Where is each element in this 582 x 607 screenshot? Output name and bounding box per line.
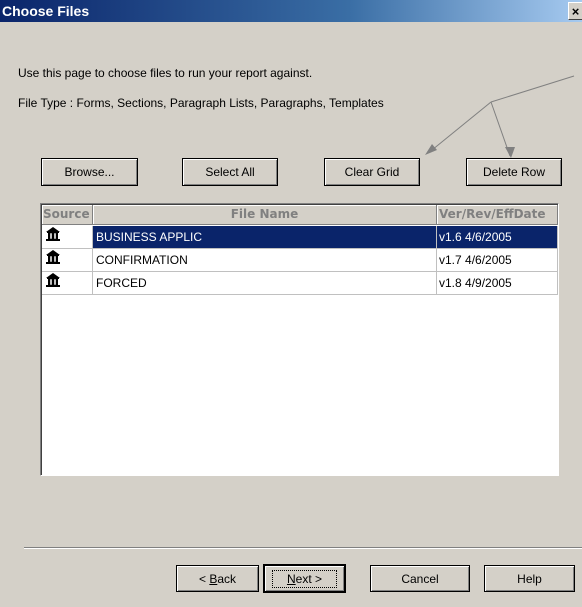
- library-icon: [45, 226, 61, 248]
- file-name-cell: BUSINESS APPLIC: [93, 226, 437, 248]
- select-all-button[interactable]: Select All: [182, 158, 278, 186]
- cancel-button[interactable]: Cancel: [370, 565, 470, 592]
- version-cell: v1.8 4/9/2005: [437, 272, 558, 294]
- version-cell: v1.7 4/6/2005: [437, 249, 558, 271]
- clear-grid-button[interactable]: Clear Grid: [324, 158, 420, 186]
- select-all-button-label: Select All: [205, 165, 255, 179]
- cancel-button-label: Cancel: [401, 571, 439, 586]
- source-cell: [42, 272, 93, 294]
- browse-button-label: Browse...: [64, 165, 115, 179]
- back-button[interactable]: < Back: [176, 565, 259, 592]
- help-button-label: Help: [517, 571, 542, 586]
- column-header-version[interactable]: Ver/Rev/EffDate: [437, 205, 558, 225]
- source-cell: [42, 249, 93, 271]
- window-title: Choose Files: [2, 3, 90, 19]
- file-type-text: File Type : Forms, Sections, Paragraph L…: [18, 96, 384, 110]
- table-row[interactable]: CONFIRMATION v1.7 4/6/2005: [42, 249, 558, 272]
- grid-header: Source File Name Ver/Rev/EffDate: [42, 205, 558, 225]
- clear-grid-button-label: Clear Grid: [344, 165, 400, 179]
- file-name-cell: CONFIRMATION: [93, 249, 437, 271]
- close-button[interactable]: ×: [568, 2, 582, 20]
- back-button-label: < Back: [198, 571, 237, 586]
- source-cell: [42, 226, 93, 248]
- table-row[interactable]: BUSINESS APPLIC v1.6 4/6/2005: [42, 226, 558, 249]
- browse-button[interactable]: Browse...: [41, 158, 138, 186]
- library-icon: [45, 272, 61, 294]
- close-icon: ×: [571, 4, 580, 19]
- delete-row-button-label: Delete Row: [482, 165, 546, 179]
- table-row[interactable]: FORCED v1.8 4/9/2005: [42, 272, 558, 295]
- version-cell: v1.6 4/6/2005: [437, 226, 558, 248]
- intro-text: Use this page to choose files to run you…: [18, 66, 313, 80]
- library-icon: [45, 249, 61, 271]
- next-button[interactable]: Next >: [263, 564, 346, 593]
- title-bar: Choose Files ×: [0, 0, 582, 22]
- column-header-source[interactable]: Source: [42, 205, 93, 225]
- help-button[interactable]: Help: [484, 565, 575, 592]
- next-button-label: Next >: [271, 569, 338, 588]
- file-grid[interactable]: Source File Name Ver/Rev/EffDate BUSINES…: [40, 203, 559, 476]
- delete-row-button[interactable]: Delete Row: [466, 158, 562, 186]
- footer-separator: [24, 547, 582, 549]
- grid-rows: BUSINESS APPLIC v1.6 4/6/2005 CONFIRMATI…: [42, 226, 558, 295]
- file-name-cell: FORCED: [93, 272, 437, 294]
- column-header-file-name[interactable]: File Name: [93, 205, 437, 225]
